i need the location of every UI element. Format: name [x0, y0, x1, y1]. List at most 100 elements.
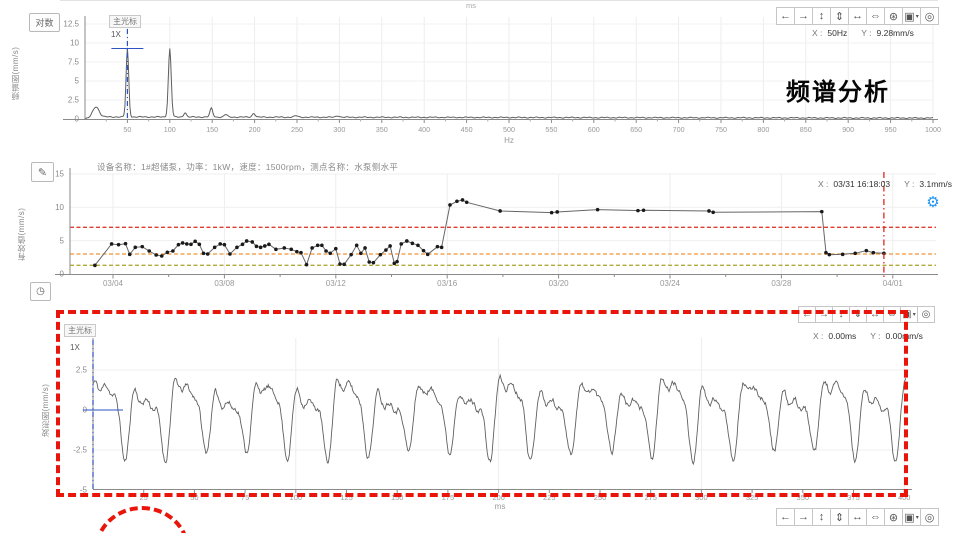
tick-label: 50: [123, 125, 131, 134]
zoom-select-icon: ▣: [902, 309, 911, 320]
fit-width-button[interactable]: ↔: [848, 508, 867, 526]
tick-label: 250: [594, 493, 607, 502]
data-point: [872, 251, 876, 255]
log-scale-button[interactable]: 对数: [29, 13, 60, 32]
fit-height-button[interactable]: ↕: [832, 306, 850, 323]
data-point: [334, 247, 338, 251]
autoscale-button[interactable]: ⊛: [884, 7, 903, 25]
pan-left-icon: ←: [802, 309, 812, 320]
tick-label: 03/28: [771, 279, 792, 288]
data-point: [411, 242, 415, 246]
pan-right-button[interactable]: →: [794, 508, 813, 526]
data-point: [110, 242, 114, 246]
data-point: [416, 244, 420, 248]
tick-label: 100: [290, 493, 303, 502]
bottom-toolbar: ←→↕ ⇕ ↔⇔⊛▣▾◎: [777, 508, 939, 526]
pan-left-button[interactable]: ←: [798, 306, 816, 323]
clock-icon: ◷: [36, 286, 45, 297]
data-point: [282, 246, 286, 250]
tick-label: 2.5: [76, 366, 88, 375]
spectrum-toolbar: ←→ ↕ ⇕↔⇔⊛▣▾◎: [777, 7, 939, 25]
trend-settings-button[interactable]: ⚙: [923, 192, 943, 212]
trend-chart-plot[interactable]: 03/0403/0803/1203/1603/2003/2403/2804/01…: [0, 156, 960, 306]
compress-height-button[interactable]: ⇕: [830, 7, 849, 25]
data-point: [177, 243, 181, 247]
tick-label: 350: [376, 125, 388, 134]
data-point: [124, 242, 128, 246]
spectrum-main-cursor-tag[interactable]: 主光标: [109, 15, 141, 28]
fit-height-button[interactable]: ↕: [812, 7, 831, 25]
fit-height-icon: ↕: [819, 10, 825, 22]
tick-label: 600: [588, 125, 600, 134]
history-button[interactable]: ◷: [30, 282, 51, 301]
pan-right-button[interactable]: →: [794, 7, 813, 25]
data-point: [181, 241, 185, 245]
reset-zoom-button[interactable]: ◎: [920, 508, 939, 526]
data-point: [213, 246, 217, 250]
tick-label: 04/01: [883, 279, 904, 288]
zoom-select-icon: ▣: [904, 511, 914, 524]
reset-zoom-button[interactable]: ◎: [917, 306, 935, 323]
tick-label: 100: [164, 125, 176, 134]
data-point: [154, 253, 158, 257]
tick-label: 03/04: [103, 279, 124, 288]
data-point: [274, 248, 278, 252]
pan-right-button[interactable]: →: [815, 306, 833, 323]
data-point: [147, 249, 151, 253]
caret-down-icon: ▾: [916, 13, 919, 20]
data-point: [372, 261, 376, 265]
data-point: [865, 249, 869, 253]
pan-left-icon: ←: [780, 10, 791, 22]
waveform-harmonic-label: 1X: [70, 343, 80, 352]
readout-y-value: 0.00mm/s: [886, 331, 923, 341]
fit-height-button[interactable]: ↕: [812, 508, 831, 526]
data-point: [426, 253, 430, 257]
fit-width-button[interactable]: ↔: [848, 7, 867, 25]
tick-label: 375: [847, 493, 860, 502]
data-point: [263, 244, 267, 248]
zoom-select-icon: ▣: [904, 10, 914, 23]
pan-left-icon: ←: [780, 511, 791, 523]
tick-label: 150: [206, 125, 218, 134]
tick-label: 10: [55, 203, 64, 212]
tick-label: 10: [70, 39, 79, 48]
reset-zoom-button[interactable]: ◎: [920, 7, 939, 25]
compress-width-button[interactable]: ⇔: [883, 306, 901, 323]
tick-label: 550: [545, 125, 557, 134]
readout-x-value: 50Hz: [827, 28, 847, 38]
tick-label: 50: [190, 493, 198, 502]
data-point: [455, 199, 459, 203]
tick-label: ms: [495, 502, 506, 511]
data-point: [841, 253, 845, 257]
data-point: [259, 246, 263, 250]
edit-button[interactable]: ✎: [31, 162, 54, 182]
compress-width-button[interactable]: ⇔: [866, 7, 885, 25]
zoom-select-button[interactable]: ▣▾: [902, 508, 921, 526]
data-point: [295, 250, 299, 254]
tick-label: 25: [140, 493, 148, 502]
compress-height-button[interactable]: ⇕: [830, 508, 849, 526]
tick-label: 850: [800, 125, 812, 134]
zoom-select-button[interactable]: ▣▾: [900, 306, 918, 323]
tick-label: 275: [644, 493, 657, 502]
tick-label: 0: [60, 270, 65, 279]
gear-icon: ⚙: [926, 193, 939, 211]
tick-label: Hz: [504, 136, 514, 145]
fit-width-button[interactable]: ↔: [866, 306, 884, 323]
data-point: [93, 264, 97, 268]
pan-left-button[interactable]: ←: [776, 7, 795, 25]
compress-width-icon: ⇔: [887, 309, 897, 320]
data-point: [320, 244, 324, 248]
tick-label: 250: [291, 125, 303, 134]
data-point: [448, 203, 452, 207]
tick-label: 200: [249, 125, 261, 134]
pan-left-button[interactable]: ←: [776, 508, 795, 526]
compress-width-button[interactable]: ⇔: [866, 508, 885, 526]
compress-height-icon: ⇕: [835, 511, 844, 524]
autoscale-button[interactable]: ⊛: [884, 508, 903, 526]
compress-height-button[interactable]: ⇕: [849, 306, 867, 323]
caret-down-icon: ▾: [913, 311, 916, 318]
waveform-main-cursor-tag[interactable]: 主光标: [64, 324, 96, 337]
zoom-select-button[interactable]: ▣▾: [902, 7, 921, 25]
data-point: [328, 252, 332, 256]
